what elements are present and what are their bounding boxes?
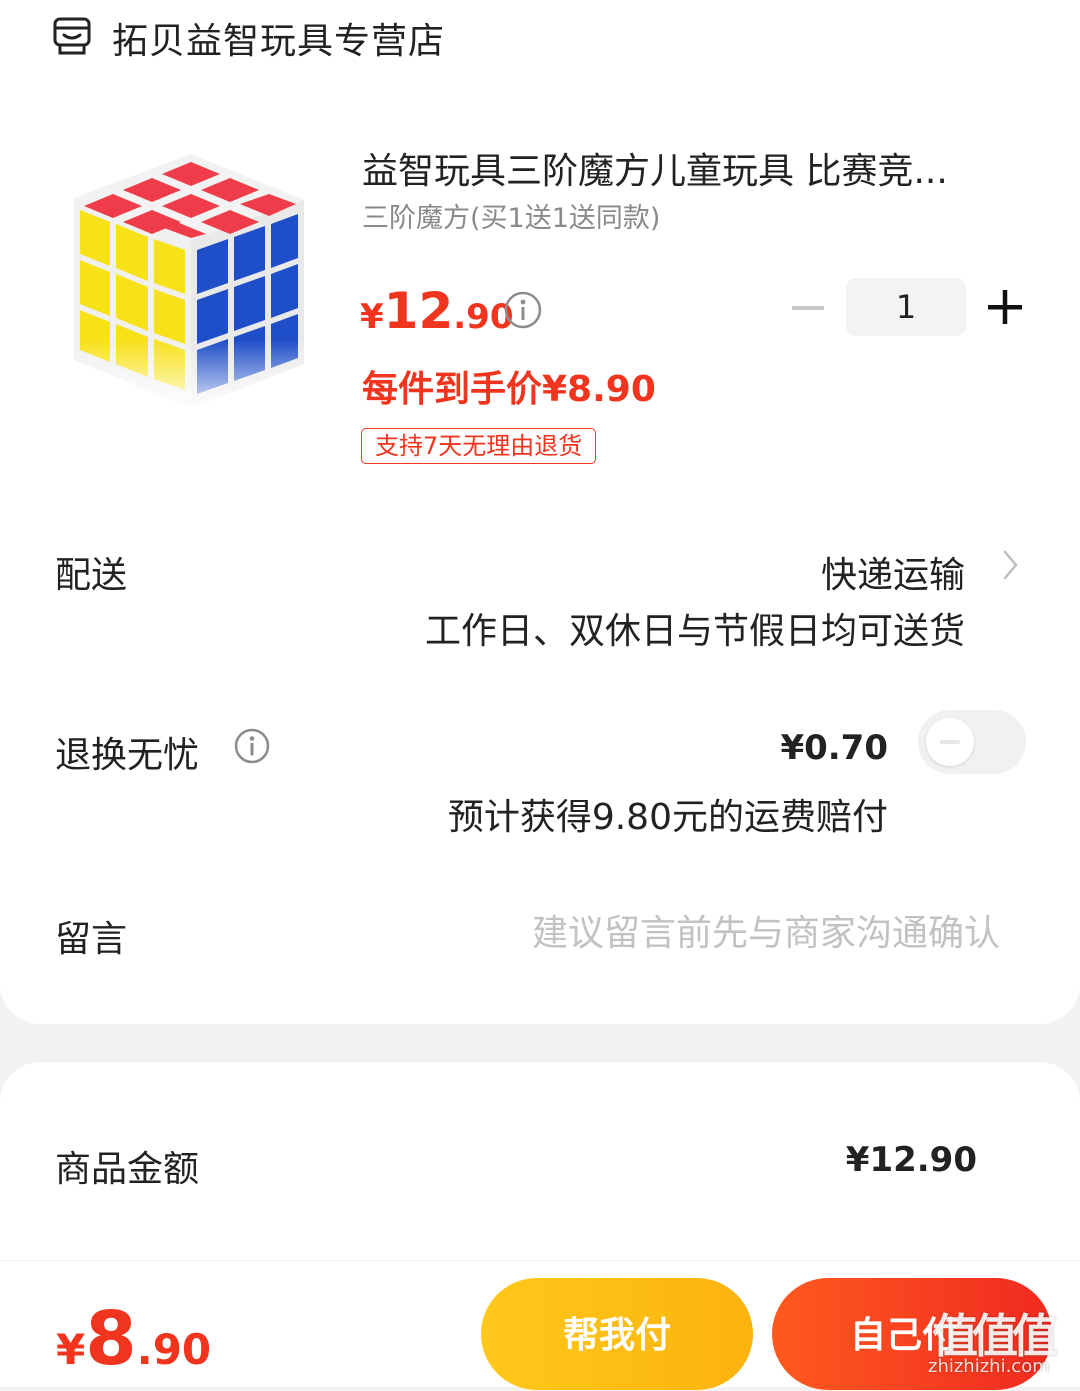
price-integer: 12 (383, 282, 454, 340)
help-pay-button[interactable]: 帮我付 (481, 1278, 753, 1390)
message-input[interactable] (440, 906, 1000, 960)
product-sku[interactable]: 三阶魔方(买1送1送同款) (362, 196, 660, 235)
amount-label: 商品金额 (55, 1149, 200, 1190)
delivery-description: 工作日、双休日与节假日均可送货 (424, 611, 965, 652)
quantity-field[interactable]: 1 (846, 278, 966, 336)
rubiks-cube-image[interactable] (60, 140, 322, 412)
compensation-note: 预计获得9.80元的运费赔付 (447, 797, 888, 838)
message-label: 留言 (55, 919, 128, 960)
final-price: 每件到手价¥8.90 (362, 369, 656, 410)
info-icon[interactable] (503, 290, 543, 330)
total-integer: 8 (85, 1296, 137, 1382)
return-policy-tag: 支持7天无理由退货 (361, 428, 597, 464)
toggle-knob (926, 718, 974, 766)
chevron-right-icon[interactable] (1000, 548, 1022, 582)
info-icon[interactable] (233, 727, 271, 765)
quantity-decrease-button[interactable] (790, 292, 826, 324)
watermark-site: zhizhizhi.com (928, 1356, 1050, 1377)
total-decimal: .90 (136, 1325, 212, 1374)
store-name[interactable]: 拓贝益智玩具专营店 (112, 12, 445, 64)
delivery-label: 配送 (55, 555, 128, 596)
total-currency: ¥ (56, 1325, 86, 1374)
amount-value: ¥12.90 (845, 1140, 977, 1180)
quantity-increase-button[interactable] (986, 288, 1024, 326)
return-insurance-label: 退换无忧 (55, 735, 200, 776)
total-price: ¥8.90 (56, 1296, 211, 1382)
product-price: ¥12.90 (360, 282, 514, 340)
watermark: 值值值 zhizhizhi.com (926, 1300, 1076, 1386)
order-card: 拓贝益智玩具专营店 益智玩具三阶魔方儿童玩具 比赛竞... 三阶魔方(买1送1送… (0, 0, 1080, 1024)
price-currency: ¥ (360, 297, 384, 337)
store-icon (53, 17, 91, 55)
return-insurance-toggle[interactable] (918, 710, 1026, 774)
product-title[interactable]: 益智玩具三阶魔方儿童玩具 比赛竞... (362, 142, 948, 194)
return-insurance-price: ¥0.70 (780, 728, 888, 768)
delivery-method[interactable]: 快递运输 (821, 546, 965, 598)
